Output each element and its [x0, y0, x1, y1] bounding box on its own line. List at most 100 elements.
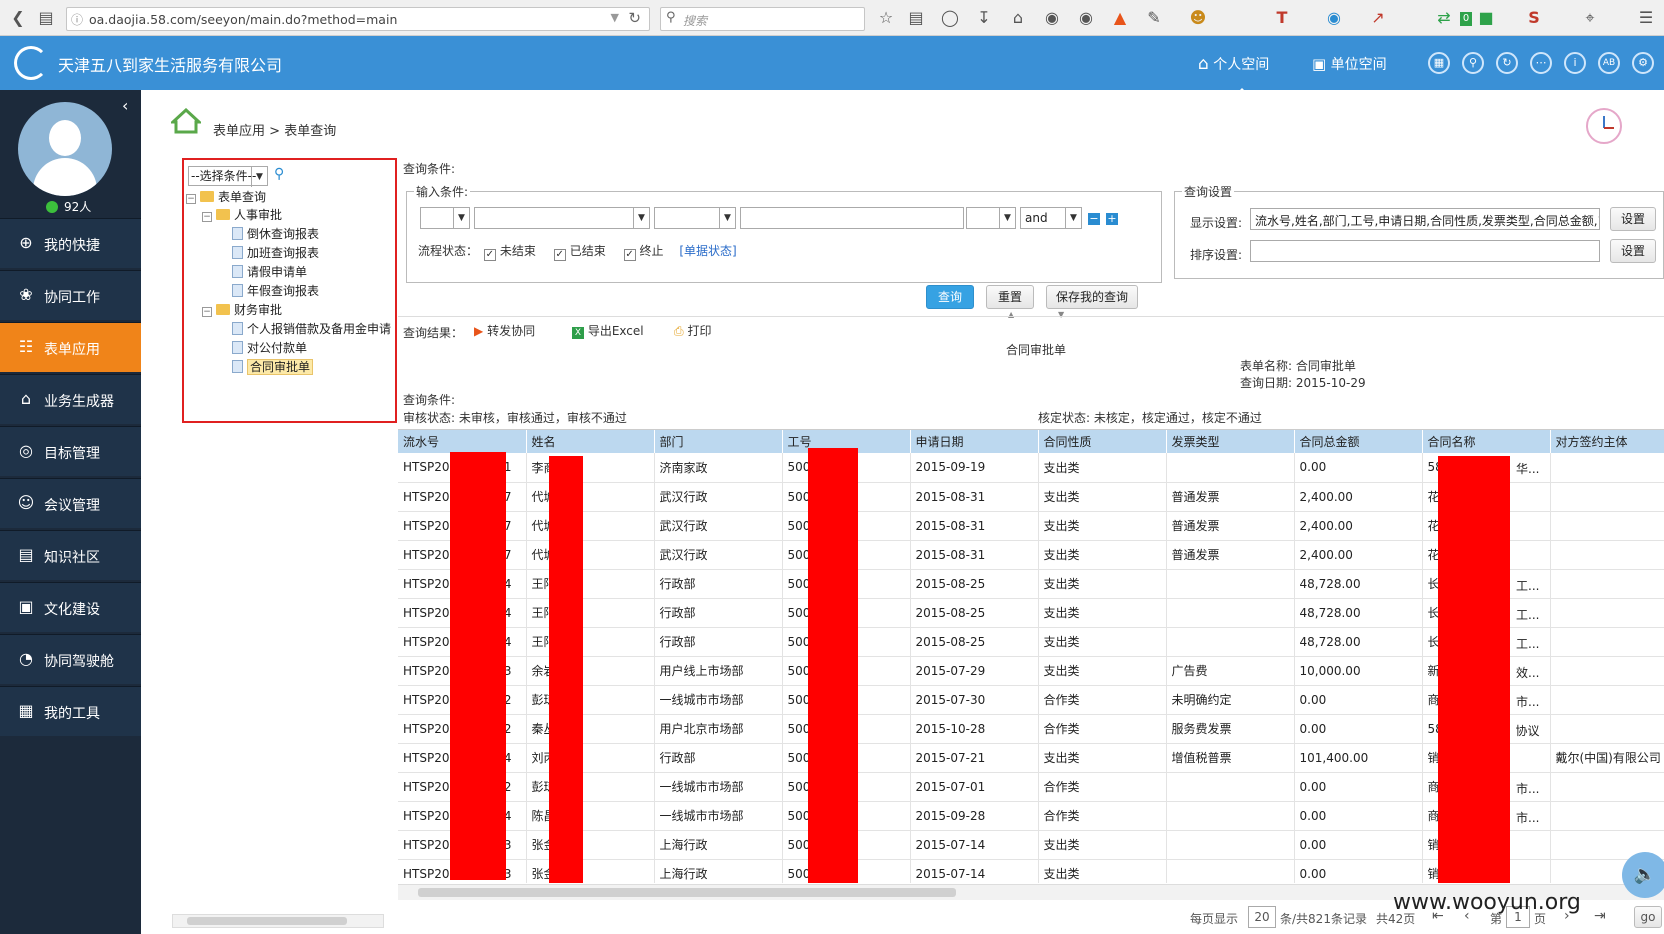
reading-list-icon[interactable]: ▤ [904, 6, 928, 30]
message-icon[interactable]: ⋯ [1530, 52, 1552, 74]
display-setting-input[interactable]: 流水号,姓名,部门,工号,申请日期,合同性质,发票类型,合同总金额,1 [1250, 208, 1600, 230]
home-icon[interactable] [171, 108, 201, 134]
tree-group[interactable]: − 财务审批 [202, 301, 282, 319]
info-icon[interactable]: i [1564, 52, 1586, 74]
sidebar-item-5[interactable]: ☺ 会议管理 [0, 478, 141, 528]
nav-personal-space[interactable]: ⌂ 个人空间 [1198, 54, 1269, 74]
remove-condition-icon[interactable]: − [1088, 213, 1100, 225]
refresh-icon[interactable]: ↻ [1496, 52, 1518, 74]
logic-select[interactable]: and ▼ [1020, 207, 1082, 229]
tree-item[interactable]: 年假查询报表 [232, 282, 319, 300]
sidebar-item-2[interactable]: ☷ 表单应用 [0, 322, 141, 372]
bookmark-star-icon[interactable]: ☆ [874, 6, 898, 30]
collapse-icon[interactable]: − [186, 194, 196, 204]
sidebar-item-0[interactable]: ⊕ 我的快捷 [0, 218, 141, 268]
nav-unit-space[interactable]: ▣ 单位空间 [1312, 54, 1387, 74]
pocket-icon[interactable]: ◯ [938, 6, 962, 30]
home-icon[interactable]: ⌂ [1006, 6, 1030, 30]
column-header[interactable]: 合同名称 [1422, 430, 1551, 453]
tree-item[interactable]: 加班查询报表 [232, 244, 319, 262]
tree-item[interactable]: 个人报销借款及备用金申请 [232, 320, 391, 338]
sidebar-item-3[interactable]: ⌂ 业务生成器 [0, 374, 141, 424]
search-icon[interactable]: ⚲ [274, 166, 284, 182]
doc-status-link[interactable]: [单据状态] [679, 244, 736, 258]
column-header[interactable]: 合同性质 [1038, 430, 1167, 453]
page-size-input[interactable]: 20 [1248, 906, 1276, 928]
bracket-select[interactable]: ▼ [420, 207, 470, 229]
extension-globe-icon[interactable]: ◉ [1322, 6, 1346, 30]
column-header[interactable]: 合同总金额 [1294, 430, 1423, 453]
search-icon[interactable]: ⚲ [1462, 52, 1484, 74]
sort-setting-input[interactable] [1250, 240, 1600, 262]
value-input[interactable] [740, 207, 964, 229]
expand-down-icon[interactable]: ▼ [1058, 310, 1064, 319]
browser-search-input[interactable]: ⚲ 搜索 [660, 7, 865, 31]
export-excel-button[interactable]: X 导出Excel [572, 322, 644, 339]
tree-horizontal-scrollbar[interactable] [172, 914, 384, 928]
collapse-icon[interactable]: − [202, 212, 212, 222]
column-header[interactable]: 发票类型 [1166, 430, 1295, 453]
sidebar-item-9[interactable]: ▦ 我的工具 [0, 686, 141, 736]
font-size-icon[interactable]: AB [1598, 52, 1620, 74]
chat-icon[interactable]: ◉ [1040, 6, 1064, 30]
sidebar-item-6[interactable]: ▤ 知识社区 [0, 530, 141, 580]
column-header[interactable]: 部门 [654, 430, 783, 453]
extension-sync-icon[interactable]: ⇄ [1432, 6, 1456, 30]
menu-icon[interactable]: ☰ [1634, 6, 1658, 30]
reset-button[interactable]: 重置 [986, 285, 1034, 309]
collapse-up-icon[interactable]: ▲ [1008, 310, 1014, 319]
reload-icon[interactable]: ↻ [628, 9, 641, 27]
status-checkbox-terminated[interactable]: ✓ 终止 [623, 244, 664, 261]
speaker-icon[interactable]: 🔈 [1622, 852, 1664, 898]
status-checkbox-finished[interactable]: ✓ 已结束 [553, 244, 606, 261]
back-arrow-icon[interactable]: ❮ [6, 6, 30, 30]
dropdown-icon[interactable]: ▼ [611, 11, 619, 24]
tree-item[interactable]: 倒休查询报表 [232, 225, 319, 243]
column-header[interactable]: 流水号 [398, 430, 527, 453]
gear-icon[interactable]: ⚙ [1632, 52, 1654, 74]
scrollbar-thumb[interactable] [187, 917, 347, 925]
tree-item[interactable]: 对公付款单 [232, 339, 307, 357]
add-condition-icon[interactable]: + [1106, 213, 1118, 225]
display-set-button[interactable]: 设置 [1610, 207, 1656, 231]
save-query-button[interactable]: 保存我的查询 [1046, 285, 1138, 309]
go-button[interactable]: go [1634, 906, 1662, 928]
operator-select[interactable]: ▼ [654, 207, 736, 229]
query-button[interactable]: 查询 [926, 285, 974, 309]
comment-icon[interactable]: ◉ [1074, 6, 1098, 30]
tree-root[interactable]: − 表单查询 [186, 188, 266, 206]
extension-t-icon[interactable]: T [1270, 6, 1294, 30]
sidebar-item-7[interactable]: ▣ 文化建设 [0, 582, 141, 632]
avatar[interactable] [18, 102, 112, 196]
download-icon[interactable]: ↧ [972, 6, 996, 30]
extension-face-icon[interactable]: ☻ [1186, 6, 1210, 30]
address-bar[interactable]: ⓘ oa.daojia.58.com/seeyon/main.do?method… [66, 7, 650, 31]
scrollbar-thumb[interactable] [418, 888, 956, 897]
status-checkbox-unfinished[interactable]: ✓ 未结束 [483, 244, 536, 261]
tree-group[interactable]: − 人事审批 [202, 206, 282, 224]
collapse-sidebar-icon[interactable]: ‹ [122, 96, 128, 115]
last-page-icon[interactable]: ⇥ [1594, 908, 1606, 924]
print-button[interactable]: ⎙ 打印 [674, 322, 711, 339]
sidebar-item-8[interactable]: ◔ 协同驾驶舱 [0, 634, 141, 684]
extension-pen-icon[interactable]: ✎ [1142, 6, 1166, 30]
breadcrumb-root[interactable]: 表单应用 [213, 124, 265, 139]
column-header[interactable]: 姓名 [526, 430, 655, 453]
extension-chart-icon[interactable]: ↗ [1366, 6, 1390, 30]
close-bracket-select[interactable]: ▼ [966, 207, 1016, 229]
extension-flame-icon[interactable]: ▲ [1108, 6, 1132, 30]
grid-icon[interactable]: ▦ [1428, 52, 1450, 74]
clock-icon[interactable] [1586, 108, 1622, 144]
sort-set-button[interactable]: 设置 [1610, 239, 1656, 263]
collapse-icon[interactable]: − [202, 307, 212, 317]
forward-button[interactable]: ▶ 转发协同 [474, 322, 535, 339]
extension-s-icon[interactable]: S [1522, 6, 1546, 30]
sidebar-item-1[interactable]: ❀ 协同工作 [0, 270, 141, 320]
tree-item[interactable]: 合同审批单 [232, 358, 314, 376]
column-header[interactable]: 对方签约主体 [1550, 430, 1664, 453]
sidebar-item-4[interactable]: ◎ 目标管理 [0, 426, 141, 476]
condition-select[interactable]: --选择条件-- ▼ [188, 166, 268, 187]
tree-item[interactable]: 请假申请单 [232, 263, 307, 281]
field-select[interactable]: ▼ [474, 207, 650, 229]
page-icon[interactable]: ▤ [34, 6, 58, 30]
